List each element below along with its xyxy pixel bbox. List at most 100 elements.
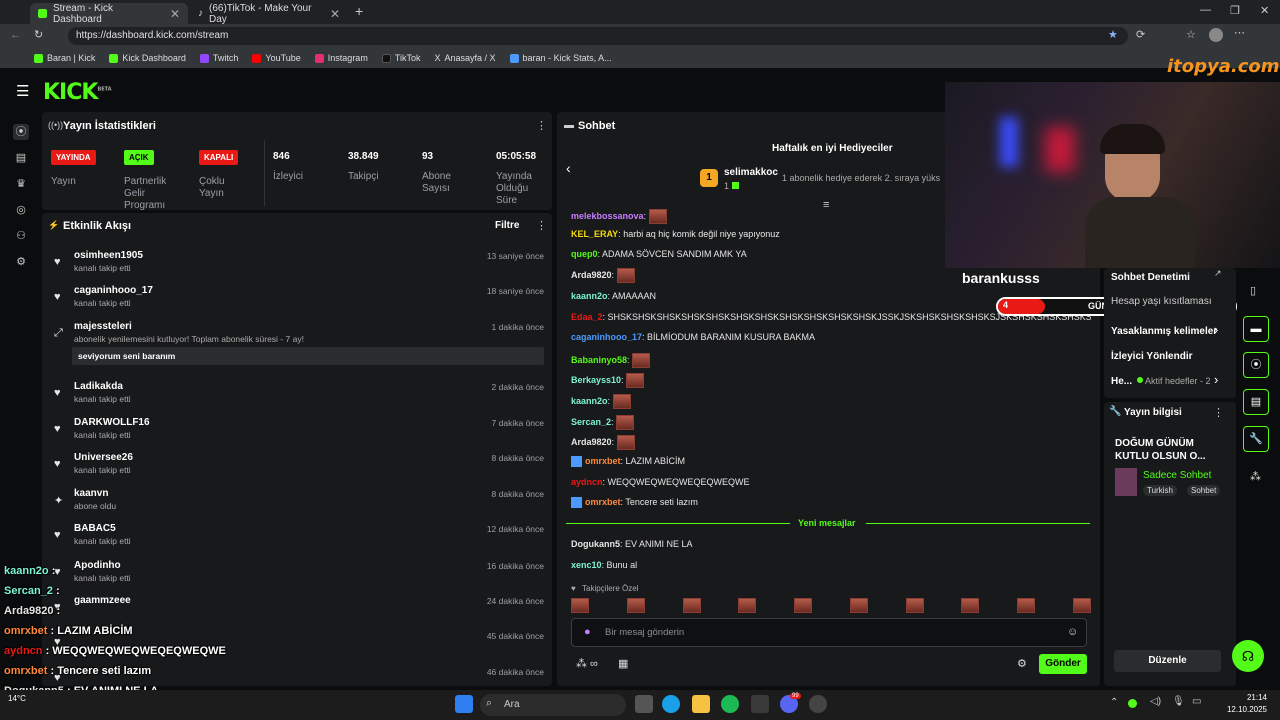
store-icon[interactable]: ▦ xyxy=(618,657,628,670)
chat-username[interactable]: Sercan_2 xyxy=(571,417,611,427)
tray-status-icon[interactable] xyxy=(1128,699,1137,708)
emote[interactable] xyxy=(682,598,701,613)
speaker-icon[interactable]: ◁) xyxy=(1150,696,1161,707)
app-icon[interactable] xyxy=(751,695,769,713)
emote[interactable] xyxy=(738,598,757,613)
chat-username[interactable]: melekbossanova xyxy=(571,211,644,221)
chat-username[interactable]: kaann2o xyxy=(571,396,608,406)
chat-username[interactable]: aydncn xyxy=(571,477,603,487)
close-icon[interactable]: ✕ xyxy=(330,7,340,21)
refresh-icon[interactable]: ↻ xyxy=(34,28,43,41)
more-icon[interactable]: ⋯ xyxy=(1234,26,1245,39)
emote[interactable] xyxy=(626,598,645,613)
moderation-icon[interactable]: ◎ xyxy=(13,202,29,218)
chat-toggle-icon[interactable]: ▬ xyxy=(1243,316,1269,342)
emote[interactable] xyxy=(571,598,589,613)
maximize-icon[interactable]: ❐ xyxy=(1230,4,1240,17)
windows-start-icon[interactable] xyxy=(455,695,473,713)
chevron-right-icon[interactable]: › xyxy=(1214,322,1218,337)
filter-button[interactable]: Filtre xyxy=(495,220,519,231)
chat-username[interactable]: Edaa_2 xyxy=(571,312,603,322)
analytics-icon[interactable]: ▤ xyxy=(13,150,29,166)
kick-logo[interactable]: KICKBETA xyxy=(43,80,112,105)
chevron-up-icon[interactable]: ⌃ xyxy=(1110,697,1118,708)
event-username[interactable]: osimheen1905 xyxy=(74,250,143,261)
active-goals[interactable]: Aktif hedefler - 2 xyxy=(1145,376,1211,386)
chat-settings-icon[interactable]: ⚙ xyxy=(1017,657,1027,670)
chat-username[interactable]: Babaninyo58 xyxy=(571,355,627,365)
chat-username[interactable]: quep0 xyxy=(571,249,598,259)
event-username[interactable]: gaammzeee xyxy=(74,595,131,606)
send-button[interactable]: Gönder xyxy=(1039,654,1087,674)
chat-username[interactable]: caganinhooo_17 xyxy=(571,332,642,342)
tab-tiktok[interactable]: ♪ (66)TikTok - Make Your Day ✕ xyxy=(190,3,348,25)
category-link[interactable]: Sadece Sohbet xyxy=(1143,470,1211,481)
chat-username[interactable]: Berkayss10 xyxy=(571,375,621,385)
gifter-name[interactable]: selimakkoc xyxy=(724,167,778,178)
community-icon[interactable]: ⚇ xyxy=(13,228,29,244)
sidebar-item-chat-moderation[interactable]: Sohbet Denetimi xyxy=(1111,272,1190,283)
layout-toggle-icon[interactable]: ▤ xyxy=(1243,389,1269,415)
mic-tray-icon[interactable]: 🎙 xyxy=(1172,696,1185,707)
obs-icon[interactable] xyxy=(809,695,827,713)
close-window-icon[interactable]: ✕ xyxy=(1260,4,1269,17)
external-link-icon[interactable]: ↗ xyxy=(1214,268,1222,279)
points-icon[interactable]: ⁂ ∞ xyxy=(576,657,598,670)
event-username[interactable]: Universee26 xyxy=(74,452,133,463)
apps-icon[interactable]: ⁂ xyxy=(1250,470,1261,483)
edit-button[interactable]: Düzenle xyxy=(1114,650,1221,672)
broadcast-toggle-icon[interactable]: ⦿ xyxy=(1243,352,1269,378)
bookmark-youtube[interactable]: YouTube xyxy=(252,53,301,63)
event-username[interactable]: Apodinho xyxy=(74,560,121,571)
extensions-icon[interactable]: ⟳ xyxy=(1136,28,1145,41)
chat-username[interactable]: omrxbet xyxy=(585,497,621,507)
notes-icon[interactable]: ▯ xyxy=(1250,284,1256,297)
more-vert-icon[interactable]: ⋮ xyxy=(536,219,547,232)
new-tab-icon[interactable]: + xyxy=(355,3,363,19)
chat-username[interactable]: omrxbet xyxy=(585,456,621,466)
emote[interactable] xyxy=(849,598,868,613)
url-field[interactable]: https://dashboard.kick.com/stream xyxy=(68,27,1128,45)
back-icon[interactable]: ← xyxy=(10,29,21,41)
clock-date[interactable]: 12.10.2025 xyxy=(1217,705,1267,714)
chat-username[interactable]: Arda9820 xyxy=(571,437,612,447)
chat-username[interactable]: xenc10 xyxy=(571,560,602,570)
emote[interactable] xyxy=(961,598,980,613)
chevron-right-icon[interactable]: › xyxy=(1214,372,1218,387)
clock-time[interactable]: 21:14 xyxy=(1227,693,1267,702)
chat-username[interactable]: KEL_ERAY xyxy=(571,229,618,239)
star-icon[interactable]: ★ xyxy=(1108,28,1118,41)
close-icon[interactable]: ✕ xyxy=(170,7,180,21)
broadcast-icon[interactable]: ⦿ xyxy=(13,124,29,140)
minimize-icon[interactable]: — xyxy=(1200,4,1211,16)
event-username[interactable]: BABAC5 xyxy=(74,523,116,534)
chevron-left-icon[interactable]: ‹ xyxy=(566,160,571,176)
bookmark-kick-dashboard[interactable]: Kick Dashboard xyxy=(109,53,186,63)
emote[interactable] xyxy=(905,598,924,613)
emote[interactable] xyxy=(1017,598,1036,613)
favorites-icon[interactable]: ☆ xyxy=(1186,28,1196,41)
event-username[interactable]: Ladikakda xyxy=(74,381,123,392)
bookmark-instagram[interactable]: Instagram xyxy=(314,53,368,63)
menu-icon[interactable]: ☰ xyxy=(16,82,29,100)
chat-username[interactable]: kaann2o xyxy=(571,291,608,301)
edge-icon[interactable] xyxy=(662,695,680,713)
chat-username[interactable]: Dogukann5 xyxy=(571,539,620,549)
mic-icon[interactable]: ● xyxy=(584,626,591,638)
weather-temp[interactable]: 14°C xyxy=(8,694,26,703)
chat-username[interactable]: Arda9820 xyxy=(571,270,612,280)
profile-avatar[interactable] xyxy=(1209,28,1223,42)
event-username[interactable]: kaanvn xyxy=(74,488,108,499)
emote[interactable] xyxy=(1072,598,1091,613)
task-view-icon[interactable] xyxy=(635,695,653,713)
bookmark-baran-kick[interactable]: Baran | Kick xyxy=(34,53,95,63)
sidebar-item-account-age[interactable]: Hesap yaşı kısıtlaması xyxy=(1111,296,1212,307)
more-vert-icon[interactable]: ⋮ xyxy=(536,119,547,132)
emoji-icon[interactable]: ☺ xyxy=(1067,626,1078,638)
event-username[interactable]: DARKWOLLF16 xyxy=(74,417,150,428)
sidebar-item-redirect[interactable]: İzleyici Yönlendir xyxy=(1111,351,1193,362)
settings-icon[interactable]: ⚙ xyxy=(13,254,29,270)
emote[interactable] xyxy=(794,598,813,613)
network-icon[interactable]: ▭ xyxy=(1192,696,1201,707)
spotify-icon[interactable] xyxy=(721,695,739,713)
